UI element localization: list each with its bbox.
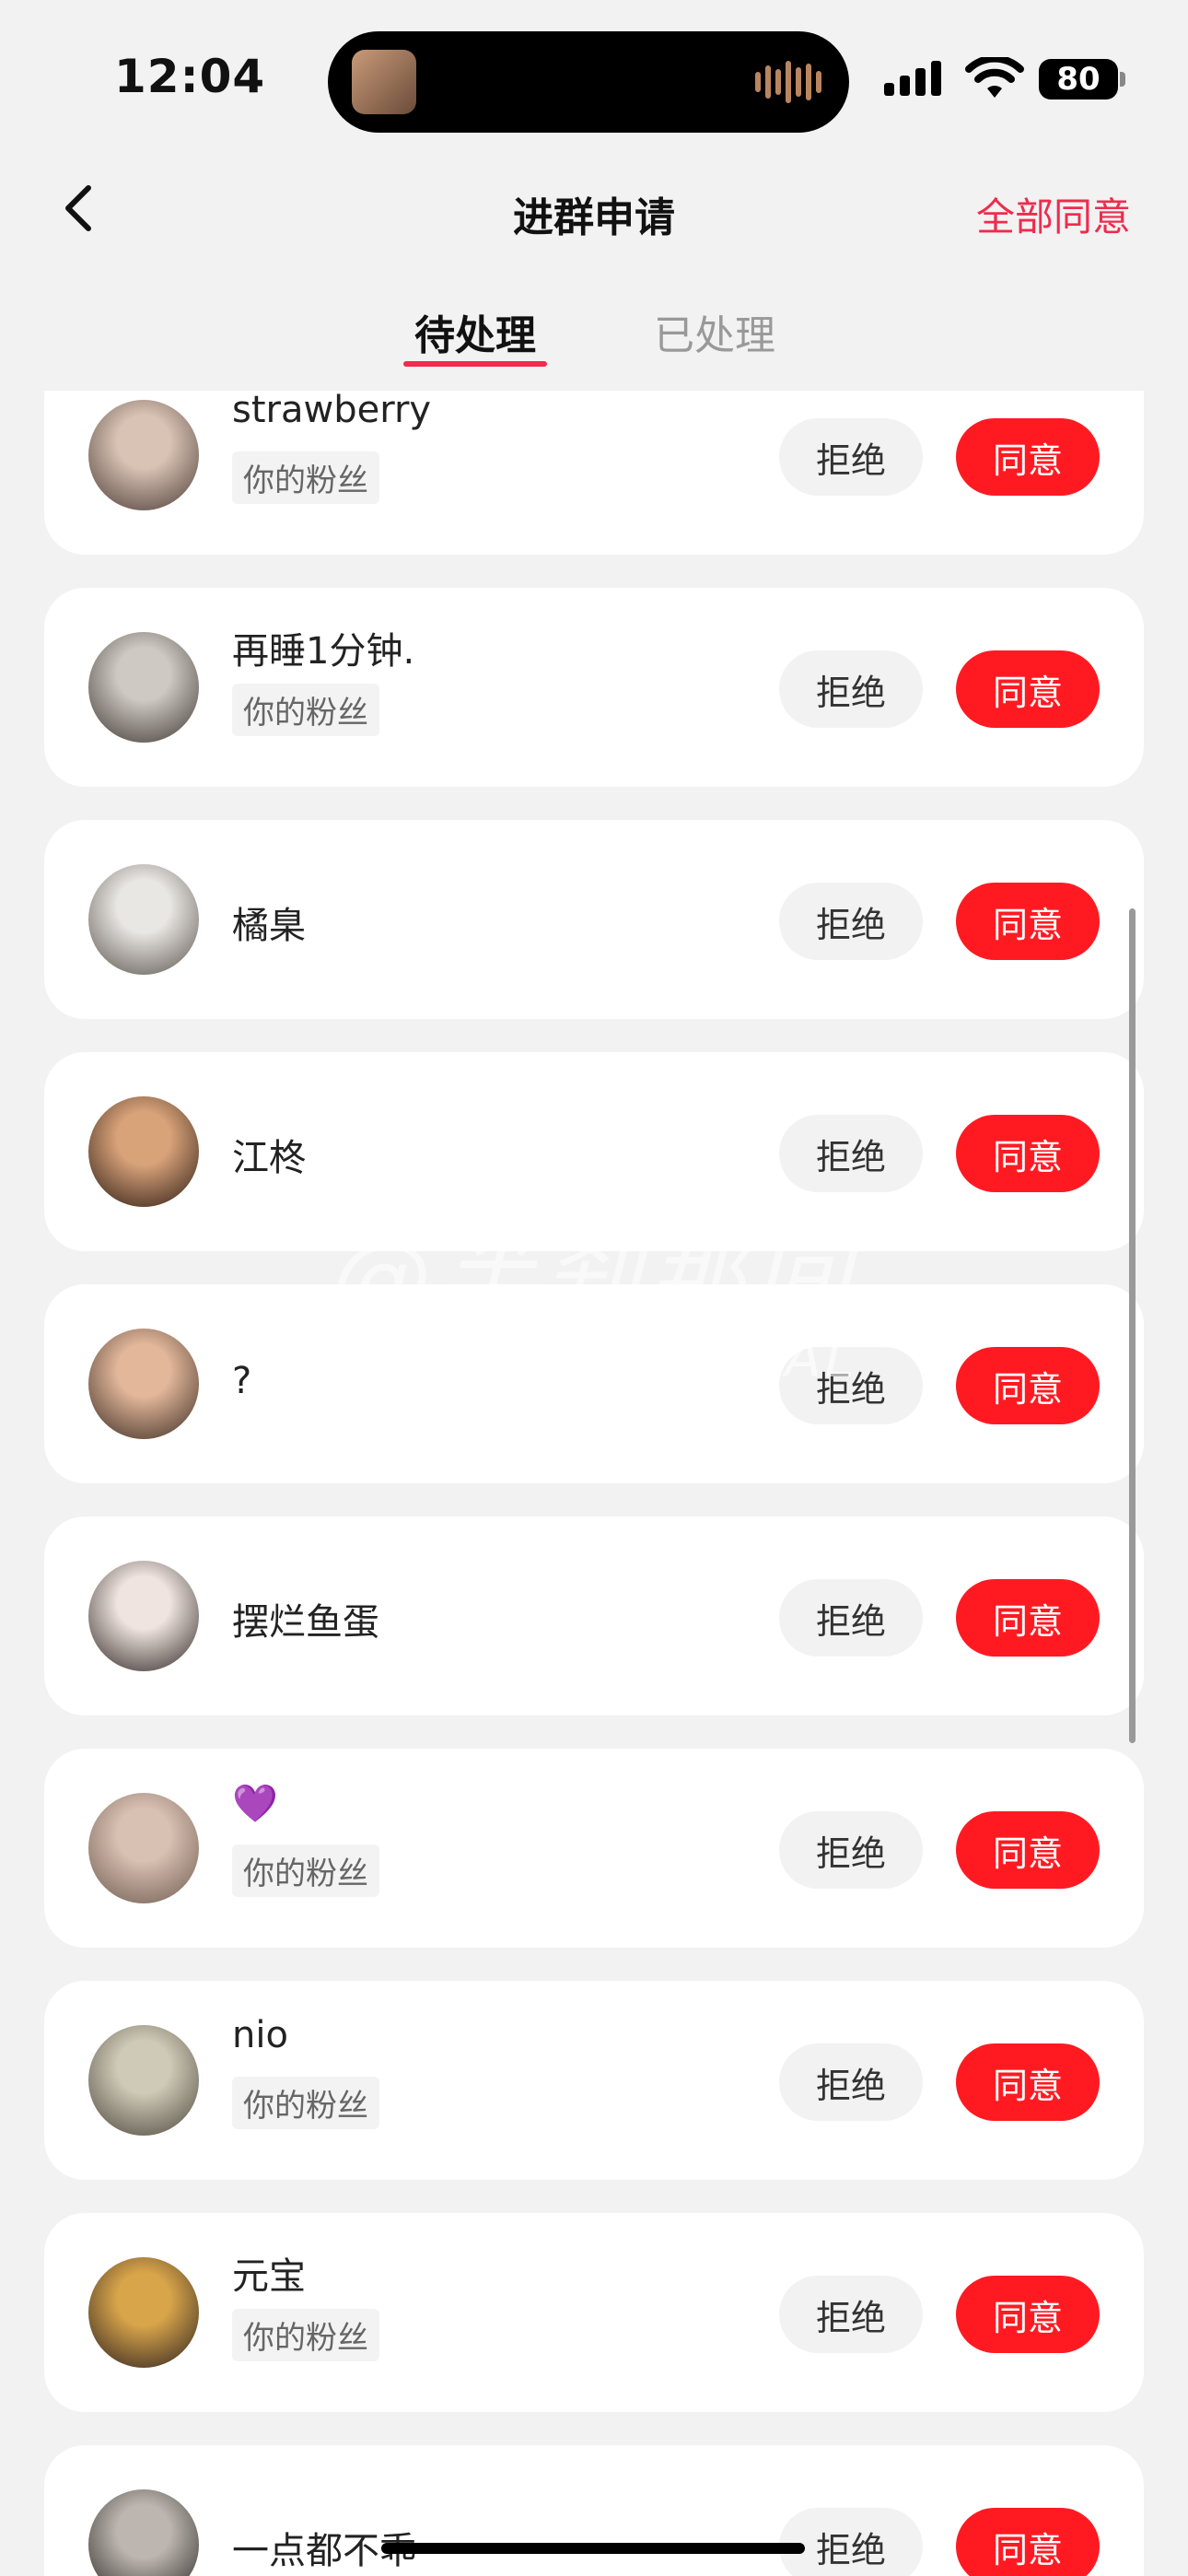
request-card[interactable]: 再睡1分钟. 你的粉丝 拒绝 同意	[44, 588, 1144, 787]
applicant-name: 💜	[232, 1783, 278, 1825]
scrollbar[interactable]	[1129, 908, 1136, 1743]
applicant-name: 江柊	[232, 1137, 306, 1179]
reject-button[interactable]: 拒绝	[779, 2508, 923, 2576]
request-card[interactable]: strawberry 你的粉丝 拒绝 同意	[44, 391, 1144, 555]
accept-button[interactable]: 同意	[956, 2508, 1100, 2576]
watermark-brand: VELORA CRYSTAL	[341, 1327, 859, 1389]
avatar[interactable]	[88, 632, 199, 743]
request-card[interactable]: 一点都不乖 拒绝 同意	[44, 2445, 1144, 2576]
applicant-name: ?	[232, 1360, 252, 1402]
fan-badge: 你的粉丝	[232, 2309, 379, 2361]
wifi-icon	[965, 57, 1024, 98]
avatar[interactable]	[88, 2025, 199, 2136]
reject-button[interactable]: 拒绝	[779, 2043, 923, 2121]
accept-button[interactable]: 同意	[956, 883, 1100, 960]
reject-button[interactable]: 拒绝	[779, 418, 923, 496]
avatar[interactable]	[88, 1793, 199, 1903]
battery-indicator: 80	[1039, 59, 1118, 100]
avatar[interactable]	[88, 1561, 199, 1671]
tab-processed[interactable]: 已处理	[654, 302, 775, 361]
accept-button[interactable]: 同意	[956, 650, 1100, 728]
request-card[interactable]: nio 你的粉丝 拒绝 同意	[44, 1981, 1144, 2180]
reject-button[interactable]: 拒绝	[779, 883, 923, 960]
active-tab-indicator	[403, 361, 547, 367]
request-card[interactable]: 💜 你的粉丝 拒绝 同意	[44, 1749, 1144, 1948]
now-playing-artwork	[352, 50, 416, 114]
home-indicator[interactable]	[381, 2543, 805, 2554]
applicant-name: nio	[232, 2014, 288, 2056]
applicant-name: 橘臬	[232, 905, 306, 947]
accept-button[interactable]: 同意	[956, 1811, 1100, 1889]
request-card[interactable]: 摆烂鱼蛋 拒绝 同意	[44, 1516, 1144, 1715]
avatar[interactable]	[88, 1329, 199, 1439]
applicant-name: strawberry	[232, 391, 432, 431]
reject-button[interactable]: 拒绝	[779, 1115, 923, 1192]
fan-badge: 你的粉丝	[232, 684, 379, 736]
dynamic-island[interactable]	[328, 31, 849, 133]
applicant-name: 再睡1分钟.	[232, 630, 415, 673]
accept-button[interactable]: 同意	[956, 1115, 1100, 1192]
avatar[interactable]	[88, 2489, 199, 2576]
tab-pending[interactable]: 待处理	[414, 302, 536, 361]
audio-waveform-icon	[755, 59, 821, 105]
accept-button[interactable]: 同意	[956, 1579, 1100, 1657]
fan-badge: 你的粉丝	[232, 451, 379, 504]
watermark-handle: @半刹那间	[332, 1221, 857, 1336]
fan-badge: 你的粉丝	[232, 2077, 379, 2129]
status-time: 12:04	[114, 50, 266, 103]
reject-button[interactable]: 拒绝	[779, 650, 923, 728]
avatar[interactable]	[88, 2257, 199, 2368]
accept-button[interactable]: 同意	[956, 418, 1100, 496]
agree-all-button[interactable]: 全部同意	[976, 186, 1131, 242]
reject-button[interactable]: 拒绝	[779, 1579, 923, 1657]
request-card[interactable]: 橘臬 拒绝 同意	[44, 820, 1144, 1019]
avatar[interactable]	[88, 864, 199, 975]
accept-button[interactable]: 同意	[956, 1347, 1100, 1424]
accept-button[interactable]: 同意	[956, 2276, 1100, 2353]
avatar[interactable]	[88, 1096, 199, 1207]
cellular-signal-icon	[884, 61, 941, 96]
accept-button[interactable]: 同意	[956, 2043, 1100, 2121]
applicant-name: 摆烂鱼蛋	[232, 1601, 379, 1644]
fan-badge: 你的粉丝	[232, 1844, 379, 1897]
request-card[interactable]: 元宝你的粉丝 拒绝 同意	[44, 2213, 1144, 2412]
applicant-name: 元宝	[232, 2255, 306, 2298]
status-bar: 12:04 80	[0, 0, 1188, 147]
battery-tip	[1120, 72, 1125, 87]
avatar[interactable]	[88, 400, 199, 510]
request-list[interactable]: strawberry 你的粉丝 拒绝 同意 再睡1分钟. 你的粉丝 拒绝 同意 橘臬 拒绝 同意 江柊…	[0, 391, 1188, 2576]
reject-button[interactable]: 拒绝	[779, 1811, 923, 1889]
reject-button[interactable]: 拒绝	[779, 2276, 923, 2353]
